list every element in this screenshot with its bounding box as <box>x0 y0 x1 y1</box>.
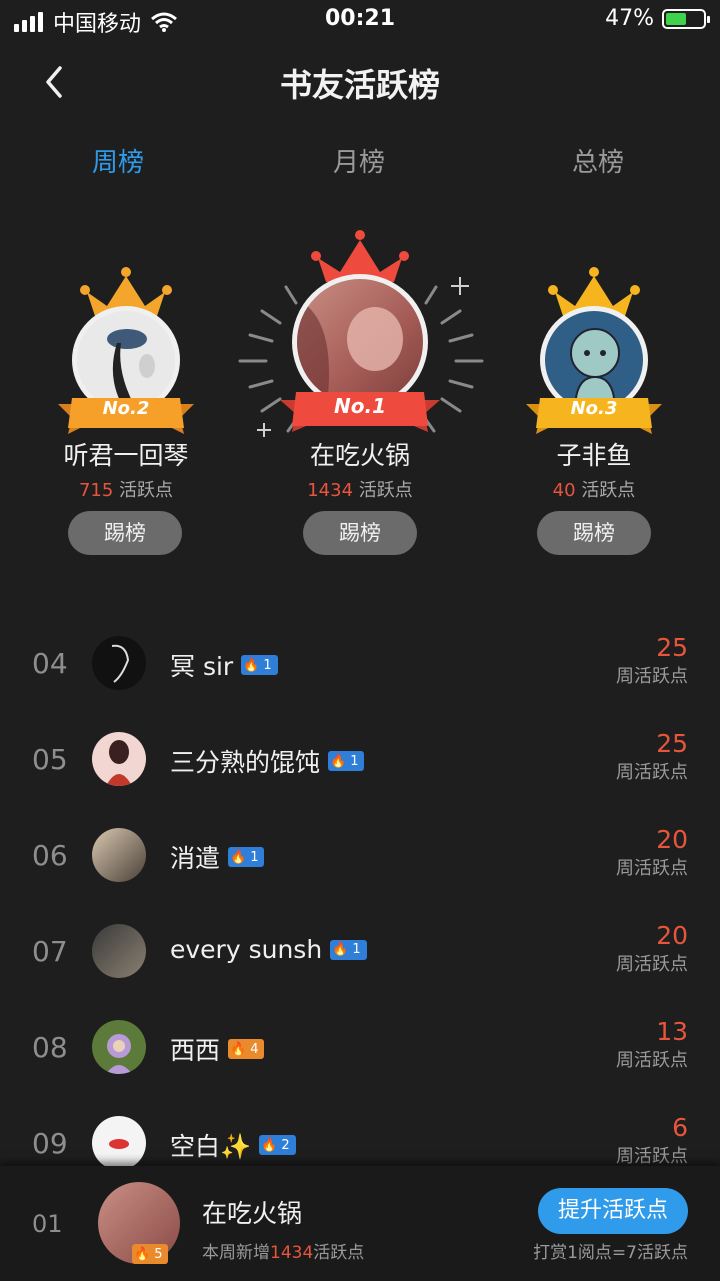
user-name-row: 三分熟的馄饨 🔥 1 <box>170 743 365 779</box>
rank-label: No.1 <box>334 394 386 418</box>
score-value: 6 <box>672 1113 688 1142</box>
score-unit: 周活跃点 <box>616 1050 688 1071</box>
rank-label: No.2 <box>102 398 150 419</box>
podium-first: No.1 在吃火锅 1434 活跃点 踢榜 <box>280 228 440 564</box>
score-unit: 周活跃点 <box>616 1146 688 1167</box>
user-name: every sunsh <box>170 935 323 964</box>
list-item[interactable]: 06 消遣 🔥 1 20 周活跃点 <box>0 807 720 903</box>
avatar[interactable] <box>92 732 146 786</box>
score-value: 20 <box>656 921 688 950</box>
list-item[interactable]: 08 西西 🔥 4 13 周活跃点 <box>0 999 720 1095</box>
score-value: 25 <box>656 633 688 662</box>
status-right: 47% <box>605 6 710 31</box>
reward-note: 打赏1阅点=7活跃点 <box>533 1243 688 1263</box>
rank-label: No.3 <box>570 398 618 419</box>
avatar[interactable] <box>92 1116 146 1170</box>
flame-icon: 🔥 <box>261 1137 278 1153</box>
avatar[interactable] <box>92 1020 146 1074</box>
level-badge: 🔥 1 <box>330 939 367 960</box>
score-value: 20 <box>656 825 688 854</box>
my-level-badge: 🔥 5 <box>132 1244 169 1264</box>
score-unit: 周活跃点 <box>616 858 688 879</box>
user-name-row: every sunsh 🔥 1 <box>170 935 367 964</box>
flame-icon: 🔥 <box>230 849 247 865</box>
kick-button[interactable]: 踢榜 <box>68 511 182 555</box>
level-badge: 🔥 1 <box>328 751 365 771</box>
tab-monthly[interactable]: 月榜 <box>333 142 385 179</box>
score-unit: 周活跃点 <box>616 762 688 783</box>
podium-third: No.3 子非鱼 40 活跃点 踢榜 <box>524 264 664 564</box>
score-block: 6 周活跃点 <box>616 1113 688 1168</box>
avatar[interactable] <box>92 636 146 690</box>
podium-name: 听君一回琴 <box>63 441 189 470</box>
my-weekly-gain: 本周新增1434活跃点 <box>202 1243 365 1263</box>
avatar[interactable] <box>92 828 146 882</box>
podium-score: 40 活跃点 <box>552 480 636 501</box>
flame-icon: 🔥 <box>230 1041 247 1057</box>
kick-button[interactable]: 踢榜 <box>303 511 417 555</box>
user-name: 消遣 <box>170 844 221 873</box>
user-name: 西西 <box>170 1036 221 1065</box>
score-block: 13 周活跃点 <box>616 1017 688 1072</box>
user-name: 冥 sir <box>170 652 234 681</box>
score-value: 13 <box>656 1017 688 1046</box>
rank-number: 08 <box>32 1031 68 1064</box>
level-badge: 🔥 1 <box>241 655 278 675</box>
score-unit: 周活跃点 <box>616 666 688 687</box>
flame-icon: 🔥 <box>332 942 349 957</box>
page-title: 书友活跃榜 <box>279 66 440 104</box>
boost-activity-button[interactable]: 提升活跃点 <box>538 1188 688 1234</box>
tab-total[interactable]: 总榜 <box>572 142 624 179</box>
podium-second: No.2 听君一回琴 715 活跃点 踢榜 <box>56 264 196 564</box>
my-name: 在吃火锅 <box>202 1199 303 1228</box>
podium-name: 子非鱼 <box>556 441 632 470</box>
level-badge: 🔥 1 <box>228 847 265 867</box>
rank-number: 07 <box>32 935 68 968</box>
kick-button[interactable]: 踢榜 <box>537 511 651 555</box>
rank-number: 05 <box>32 743 68 776</box>
score-value: 25 <box>656 729 688 758</box>
score-unit: 周活跃点 <box>616 954 688 975</box>
my-rank-bar: 01 🔥 5 在吃火锅 本周新增1434活跃点 提升活跃点 打赏1阅点=7活跃点 <box>0 1166 720 1281</box>
score-block: 20 周活跃点 <box>616 921 688 976</box>
battery-icon <box>662 8 710 29</box>
status-bar: 中国移动 00:21 47% <box>0 0 720 40</box>
list-item[interactable]: 05 三分熟的馄饨 🔥 1 25 周活跃点 <box>0 711 720 807</box>
list-item[interactable]: 07 every sunsh 🔥 1 20 周活跃点 <box>0 903 720 999</box>
level-badge: 🔥 4 <box>228 1039 265 1059</box>
list-item[interactable]: 04 冥 sir 🔥 1 25 周活跃点 <box>0 615 720 711</box>
podium-name: 在吃火锅 <box>309 441 410 470</box>
flame-icon: 🔥 <box>243 657 260 673</box>
user-name: 三分熟的馄饨 <box>170 748 321 777</box>
level-badge: 🔥 2 <box>259 1135 296 1155</box>
user-name-row: 冥 sir 🔥 1 <box>170 647 278 683</box>
user-name-row: 西西 🔥 4 <box>170 1031 265 1067</box>
podium-score: 1434 活跃点 <box>307 480 413 501</box>
flame-icon: 🔥 <box>330 753 347 769</box>
battery-percent: 47% <box>605 6 654 31</box>
rank-number: 04 <box>32 647 68 680</box>
my-rank-number: 01 <box>32 1210 63 1238</box>
user-name-row: 空白✨ 🔥 2 <box>170 1127 296 1163</box>
score-block: 25 周活跃点 <box>616 633 688 688</box>
user-name: 空白✨ <box>170 1132 252 1161</box>
tab-weekly[interactable]: 周榜 <box>92 142 144 179</box>
user-name-row: 消遣 🔥 1 <box>170 839 265 875</box>
flame-icon: 🔥 <box>134 1246 151 1262</box>
podium-score: 715 活跃点 <box>78 480 174 501</box>
rank-number: 06 <box>32 839 68 872</box>
rank-number: 09 <box>32 1127 68 1160</box>
score-block: 20 周活跃点 <box>616 825 688 880</box>
avatar[interactable] <box>92 924 146 978</box>
score-block: 25 周活跃点 <box>616 729 688 784</box>
